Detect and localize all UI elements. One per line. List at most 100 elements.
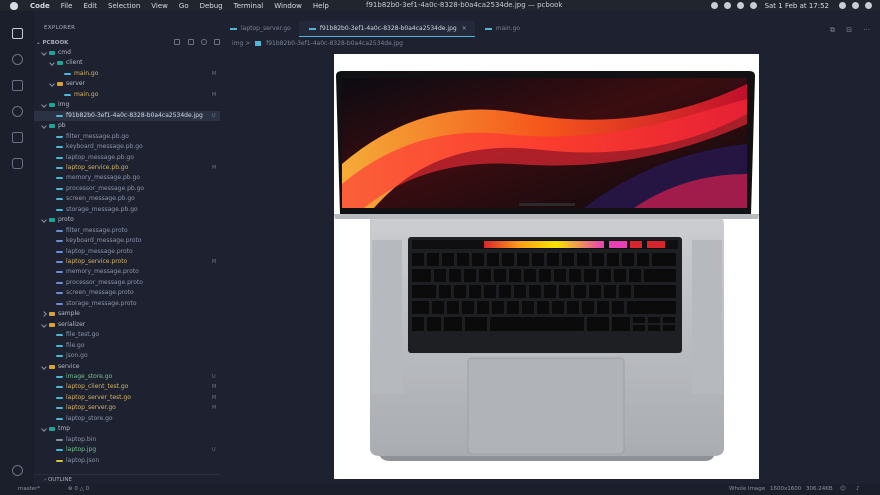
tree-item-label: client [66,59,83,67]
search-icon[interactable] [839,2,846,9]
chevron-down-icon[interactable] [41,102,47,109]
file-filter-message-pb-go[interactable]: filter_message.pb.go [34,132,220,142]
breadcrumb-folder[interactable]: img [232,40,243,47]
file-file-test-go[interactable]: file_test.go [34,330,220,340]
menu-code[interactable]: Code [30,2,50,10]
menu-window[interactable]: Window [274,2,302,10]
apple-icon[interactable] [10,1,18,10]
image-zoom-mode[interactable]: Whole Image [729,484,765,495]
tab-laptop-server-go[interactable]: laptop_server.go [220,21,299,37]
source-control-icon[interactable] [12,80,23,91]
outline-section[interactable]: › OUTLINE [34,474,220,484]
new-file-icon[interactable] [174,39,180,45]
file-laptop-service-pb-go[interactable]: laptop_service.pb.go M [34,163,220,173]
tab-f91b82b0-3ef1-4a0c-8328-b0a4ca[interactable]: f91b82b0-3ef1-4a0c-8328-b0a4ca2534de.jpg… [298,21,475,37]
wifi-icon[interactable] [736,2,744,9]
file-laptop-json[interactable]: laptop.json [34,456,220,466]
battery-icon[interactable] [749,2,757,9]
refresh-icon[interactable] [201,39,207,45]
file-laptop-jpg[interactable]: laptop.jpg U [34,445,220,455]
git-branch[interactable]: master* [18,484,40,495]
tree-item-label: main.go [74,90,99,98]
file-f91b82b0-3ef1-4a0c-8328-b0a4ca2534de-jpg[interactable]: f91b82b0-3ef1-4a0c-8328-b0a4ca2534de.jpg… [34,110,220,121]
chevron-down-icon[interactable] [41,363,47,370]
file-image-store-go[interactable]: image_store.go U [34,372,220,382]
menu-edit[interactable]: Edit [83,2,97,10]
file-main-go[interactable]: main.go M [34,90,220,100]
record-icon[interactable] [710,2,718,9]
chevron-down-icon[interactable] [41,50,47,56]
file-storage-message-proto[interactable]: storage_message.proto [34,299,220,309]
chevron-down-icon[interactable] [41,426,47,433]
debug-icon[interactable] [12,106,23,117]
extensions-icon[interactable] [12,132,23,143]
file-file-go[interactable]: file.go [34,341,220,351]
split-editor-icon[interactable]: ⧉ [830,26,835,34]
docker-icon[interactable] [723,2,731,9]
explorer-icon[interactable] [12,28,23,39]
chevron-down-icon[interactable] [41,217,47,224]
folder-img[interactable]: img [34,100,220,110]
menu-view[interactable]: View [151,2,168,10]
gear-icon[interactable] [12,465,23,476]
file-laptop-server-go[interactable]: laptop_server.go M [34,403,220,413]
file-keyboard-message-pb-go[interactable]: keyboard_message.pb.go [34,142,220,152]
bell-icon[interactable]: ♪ [856,484,860,495]
docker-icon[interactable] [12,158,23,169]
chevron-down-icon[interactable] [49,60,55,67]
project-title[interactable]: ⌄ PCBOOK [36,40,68,46]
file-laptop-service-proto[interactable]: laptop_service.proto M [34,257,220,267]
feedback-icon[interactable]: ☺ [840,484,846,495]
folder-sample[interactable]: sample [34,309,220,319]
folder-proto[interactable]: proto [34,215,220,225]
file-laptop-bin[interactable]: laptop.bin [34,435,220,445]
go-file-icon [56,166,63,169]
file-processor-message-proto[interactable]: processor_message.proto [34,278,220,288]
chevron-right-icon[interactable] [41,311,47,318]
file-processor-message-pb-go[interactable]: processor_message.pb.go [34,184,220,194]
file-storage-message-pb-go[interactable]: storage_message.pb.go [34,205,220,215]
breadcrumb-file[interactable]: f91b82b0-3ef1-4a0c-8328-b0a4ca2534de.jpg [266,40,403,47]
tab-main-go[interactable]: main.go [475,21,528,37]
menu-help[interactable]: Help [313,2,329,10]
chevron-down-icon[interactable] [41,123,47,129]
file-screen-message-pb-go[interactable]: screen_message.pb.go [34,194,220,204]
chevron-down-icon[interactable] [41,321,47,328]
chevron-down-icon[interactable] [49,81,55,88]
menu-go[interactable]: Go [179,2,189,10]
file-screen-message-proto[interactable]: screen_message.proto [34,288,220,298]
file-json-go[interactable]: json.go [34,351,220,361]
menu-terminal[interactable]: Terminal [234,2,264,10]
file-keyboard-message-proto[interactable]: keyboard_message.proto [34,236,220,246]
toggle-panel-icon[interactable]: ⊟ [846,26,852,34]
file-laptop-message-pb-go[interactable]: laptop_message.pb.go [34,153,220,163]
file-filter-message-proto[interactable]: filter_message.proto [34,226,220,236]
file-main-go[interactable]: main.go M [34,69,220,79]
file-laptop-server-test-go[interactable]: laptop_server_test.go M [34,393,220,403]
siri-icon[interactable] [852,2,859,9]
new-folder-icon[interactable] [188,39,194,45]
folder-service[interactable]: service [34,362,220,372]
file-memory-message-proto[interactable]: memory_message.proto [34,267,220,277]
clock[interactable]: Sat 1 Feb at 17:52 [765,2,829,10]
folder-serializer[interactable]: serializer [34,320,220,330]
menu-file[interactable]: File [61,2,73,10]
file-memory-message-pb-go[interactable]: memory_message.pb.go [34,173,220,183]
file-laptop-store-go[interactable]: laptop_store.go [34,414,220,424]
folder-client[interactable]: client [34,58,220,68]
notification-center-icon[interactable] [865,2,872,9]
folder-tmp[interactable]: tmp [34,424,220,434]
folder-server[interactable]: server [34,79,220,89]
close-tab-icon[interactable]: × [462,25,467,32]
menu-debug[interactable]: Debug [200,2,223,10]
go-file-icon [56,386,63,389]
menu-selection[interactable]: Selection [108,2,140,10]
problems-indicator[interactable]: ⊗ 0 △ 0 [68,484,89,495]
folder-cmd[interactable]: cmd [34,48,220,58]
more-actions-icon[interactable]: ··· [863,26,870,34]
folder-pb[interactable]: pb [34,121,220,131]
search-icon[interactable] [12,54,23,65]
file-laptop-message-proto[interactable]: laptop_message.proto [34,247,220,257]
file-laptop-client-test-go[interactable]: laptop_client_test.go M [34,382,220,392]
image-preview[interactable] [334,54,759,479]
